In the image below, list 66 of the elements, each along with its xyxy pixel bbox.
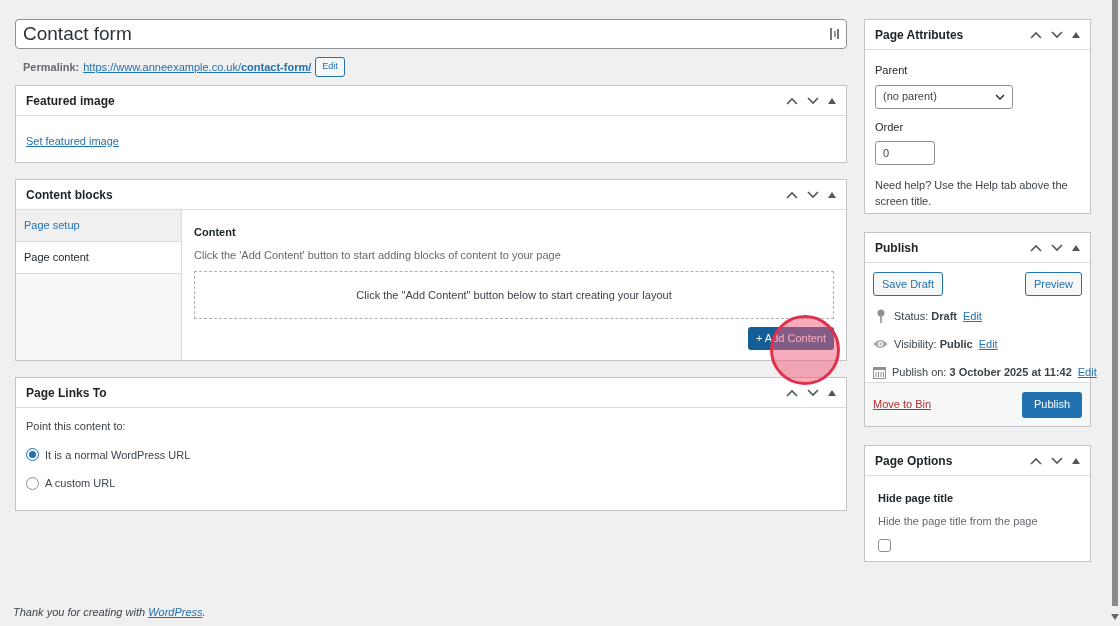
collapse-icon[interactable] — [828, 97, 836, 104]
collapse-icon[interactable] — [828, 191, 836, 198]
move-to-bin-link[interactable]: Move to Bin — [873, 396, 932, 413]
description-text: Click the 'Add Content' button to start adding blocks of content to your page — [194, 247, 562, 263]
prompt-text: Point this content to: — [26, 419, 127, 434]
edit-link[interactable]: Edit — [1077, 363, 1097, 381]
move-down-icon[interactable] — [807, 190, 819, 199]
move-up-icon[interactable] — [786, 190, 798, 199]
title-field[interactable]: Contact form — [15, 19, 847, 49]
edit-link[interactable]: Edit — [962, 307, 982, 325]
collapse-icon[interactable] — [1072, 244, 1080, 251]
publish-button[interactable]: Publish — [1021, 391, 1082, 418]
move-up-icon[interactable] — [1030, 243, 1042, 252]
collapse-icon[interactable] — [1072, 31, 1080, 38]
move-up-icon[interactable] — [1030, 30, 1042, 39]
status-text: Publish on: 3 October 2025 at 11:42 — [892, 364, 1072, 380]
status-text: Status: Draft — [894, 308, 957, 324]
move-up-icon[interactable] — [786, 96, 798, 105]
drop-zone-text: Click the "Add Content" button below to start creating your layout — [356, 287, 672, 303]
collapse-icon[interactable] — [828, 389, 836, 396]
edit-link[interactable]: Edit — [978, 335, 998, 353]
edit-button[interactable]: Edit — [315, 57, 345, 77]
parent-dropdown[interactable]: (no parent) — [875, 84, 1013, 109]
checkbox[interactable] — [878, 539, 891, 552]
move-down-icon[interactable] — [1051, 456, 1063, 465]
field-label: Order — [875, 119, 905, 135]
tab[interactable]: Page content — [16, 242, 181, 274]
option-heading: Hide page title — [878, 491, 955, 506]
permalink-label: Permalink: — [23, 59, 80, 75]
panel-title: Page Options — [875, 452, 953, 470]
text-cursor-icon — [830, 28, 839, 40]
scroll-down-icon[interactable] — [1111, 614, 1119, 620]
move-down-icon[interactable] — [807, 388, 819, 397]
set-featured-image-link[interactable]: Set featured image — [26, 135, 119, 147]
footer-text: Thank you for creating with WordPress. — [13, 606, 206, 618]
section-heading: Content — [194, 225, 237, 240]
pin-icon — [876, 309, 885, 323]
field-label: Parent — [875, 63, 909, 78]
panel-title: Content blocks — [26, 186, 113, 204]
move-down-icon[interactable] — [807, 96, 819, 105]
caret-icon — [995, 93, 1005, 100]
collapse-icon[interactable] — [1072, 457, 1080, 464]
radio-button[interactable] — [26, 476, 39, 490]
wordpress-link[interactable]: WordPress — [148, 606, 203, 618]
move-up-icon[interactable] — [1030, 456, 1042, 465]
order-field[interactable]: 0 — [875, 141, 935, 165]
eye-icon — [873, 339, 888, 349]
save-draft-button[interactable]: Save Draft — [873, 272, 943, 296]
permalink-link[interactable]: https://www.anneexample.co.uk/contact-form/ — [83, 58, 312, 76]
radio-label: It is a normal WordPress URL — [45, 447, 191, 463]
tab[interactable]: Page setup — [16, 210, 181, 242]
move-up-icon[interactable] — [786, 388, 798, 397]
radio-label: A custom URL — [45, 476, 116, 491]
calendar-icon — [873, 365, 886, 379]
description-text: Hide the page title from the page — [878, 513, 1039, 529]
panel-title: Page Links To — [26, 384, 107, 402]
panel-title: Page Attributes — [875, 26, 964, 44]
panel-title: Featured image — [26, 92, 115, 110]
radio-button[interactable] — [26, 448, 39, 462]
help-text: Need help? Use the Help tab above the screen title. — [875, 178, 1069, 209]
move-down-icon[interactable] — [1051, 30, 1063, 39]
move-down-icon[interactable] — [1051, 243, 1063, 252]
preview-button[interactable]: Preview — [1024, 272, 1082, 296]
status-text: Visibility: Public — [894, 336, 973, 352]
scrollbar[interactable] — [1112, 0, 1118, 606]
panel-title: Publish — [875, 239, 919, 257]
